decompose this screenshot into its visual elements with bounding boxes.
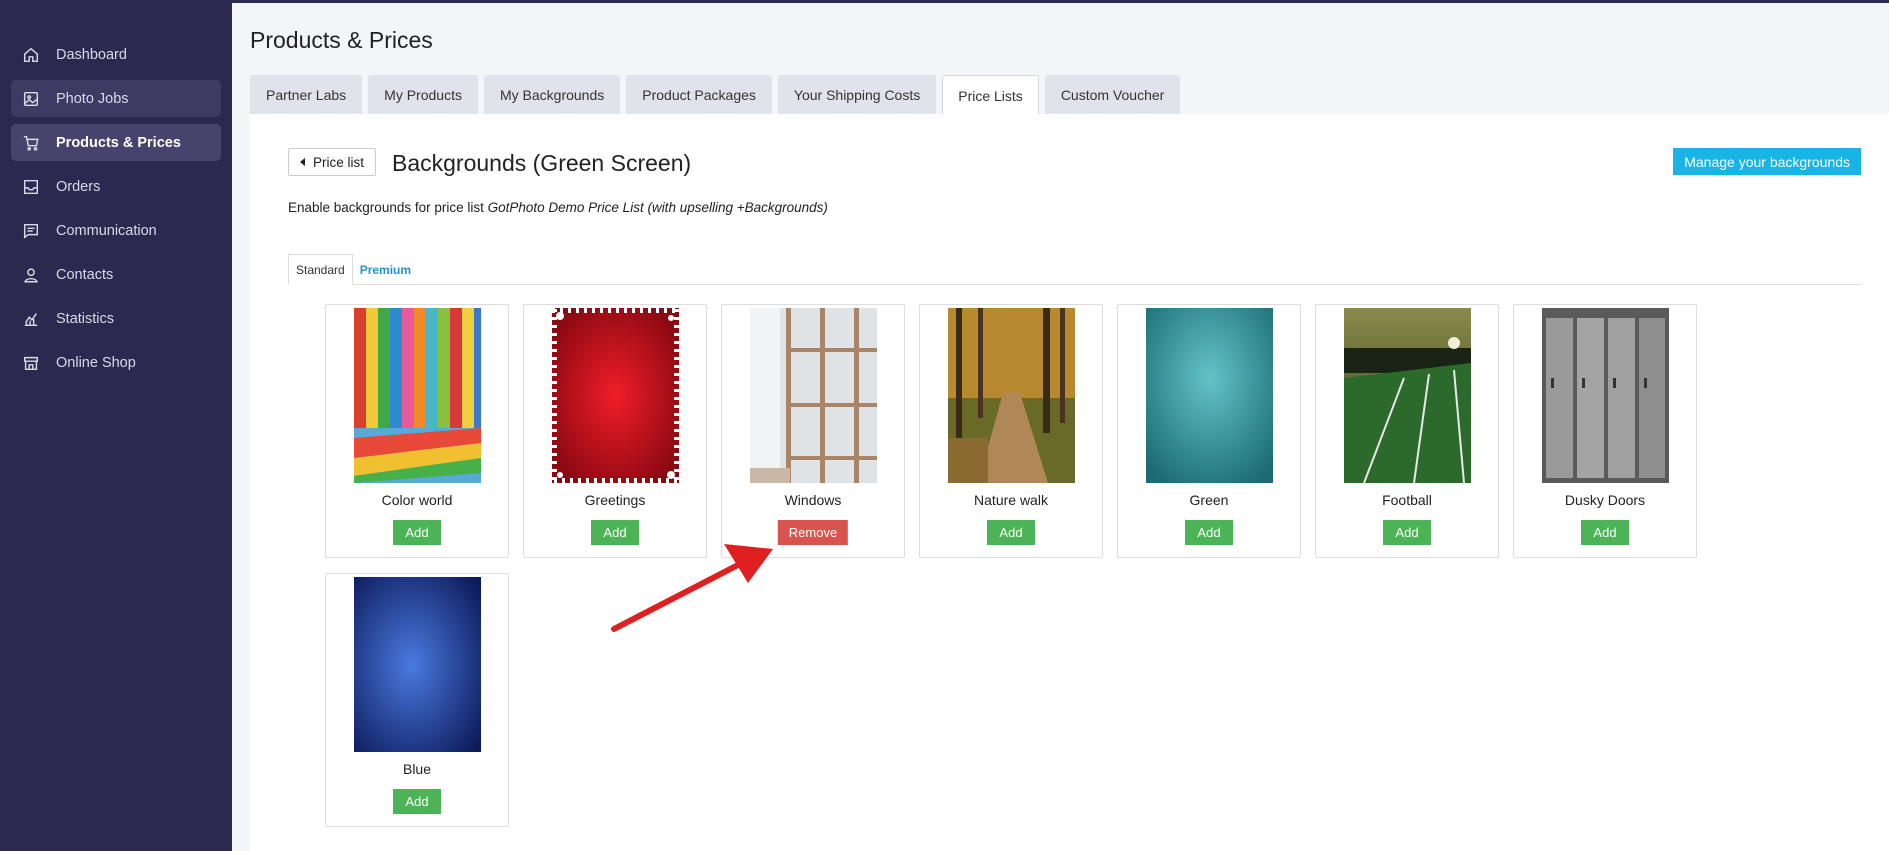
sidebar-item-label: Photo Jobs xyxy=(56,90,129,107)
background-card-color-world: Color world Add xyxy=(325,304,509,558)
sidebar: Dashboard Photo Jobs Products & Prices O… xyxy=(0,0,232,851)
football-thumbnail xyxy=(1344,308,1471,483)
background-card-greetings: Greetings Add xyxy=(523,304,707,558)
tab-partner-labs[interactable]: Partner Labs xyxy=(250,75,363,115)
tab-shipping-costs[interactable]: Your Shipping Costs xyxy=(777,75,937,115)
inbox-icon xyxy=(22,178,40,196)
tab-price-lists[interactable]: Price Lists xyxy=(942,75,1039,117)
background-card-dusky-doors: Dusky Doors Add xyxy=(1513,304,1697,558)
color-world-thumbnail xyxy=(354,308,481,483)
manage-backgrounds-button[interactable]: Manage your backgrounds xyxy=(1673,148,1861,175)
tab-my-products[interactable]: My Products xyxy=(368,75,478,115)
nature-walk-thumbnail xyxy=(948,308,1075,483)
sidebar-item-label: Online Shop xyxy=(56,354,136,371)
chart-icon xyxy=(22,310,40,328)
sidebar-item-communication[interactable]: Communication xyxy=(11,212,221,249)
sidebar-item-dashboard[interactable]: Dashboard xyxy=(11,36,221,73)
windows-thumbnail xyxy=(750,308,877,483)
background-card-windows: Windows Remove xyxy=(721,304,905,558)
background-name: Green xyxy=(1189,492,1229,508)
sidebar-item-label: Contacts xyxy=(56,266,114,283)
add-background-button[interactable]: Add xyxy=(591,520,639,545)
description-prefix: Enable backgrounds for price list xyxy=(288,200,484,215)
add-background-button[interactable]: Add xyxy=(1185,520,1233,545)
background-name: Nature walk xyxy=(974,492,1048,508)
background-card-nature-walk: Nature walk Add xyxy=(919,304,1103,558)
tab-product-packages[interactable]: Product Packages xyxy=(626,75,772,115)
content-panel: Price list Backgrounds (Green Screen) Ma… xyxy=(250,114,1889,851)
background-name: Windows xyxy=(784,492,842,508)
background-card-blue: Blue Add xyxy=(325,573,509,827)
background-name: Blue xyxy=(402,761,432,777)
section-title: Backgrounds (Green Screen) xyxy=(392,150,692,176)
dusky-doors-thumbnail xyxy=(1542,308,1669,483)
add-background-button[interactable]: Add xyxy=(987,520,1035,545)
person-icon xyxy=(22,266,40,284)
sidebar-item-label: Orders xyxy=(56,178,101,195)
background-name: Color world xyxy=(381,492,453,508)
caret-left-icon xyxy=(300,158,305,166)
blue-thumbnail xyxy=(354,577,481,752)
image-icon xyxy=(22,90,40,108)
background-name: Greetings xyxy=(584,492,646,508)
greetings-thumbnail xyxy=(552,308,679,483)
background-card-green: Green Add xyxy=(1117,304,1301,558)
sidebar-item-products-prices[interactable]: Products & Prices xyxy=(11,124,221,161)
sidebar-item-statistics[interactable]: Statistics xyxy=(11,300,221,337)
add-background-button[interactable]: Add xyxy=(1383,520,1431,545)
tab-bar: Partner Labs My Products My Backgrounds … xyxy=(250,75,1186,117)
green-thumbnail xyxy=(1146,308,1273,483)
background-name: Football xyxy=(1382,492,1432,508)
cart-icon xyxy=(22,134,40,152)
background-card-football: Football Add xyxy=(1315,304,1499,558)
message-icon xyxy=(22,222,40,240)
sidebar-item-contacts[interactable]: Contacts xyxy=(11,256,221,293)
home-icon xyxy=(22,46,40,64)
sidebar-item-orders[interactable]: Orders xyxy=(11,168,221,205)
remove-background-button[interactable]: Remove xyxy=(777,520,849,545)
tab-my-backgrounds[interactable]: My Backgrounds xyxy=(483,75,621,115)
price-list-name: GotPhoto Demo Price List (with upselling… xyxy=(487,200,828,215)
sidebar-item-online-shop[interactable]: Online Shop xyxy=(11,344,221,381)
sidebar-item-label: Statistics xyxy=(56,310,115,327)
description: Enable backgrounds for price list GotPho… xyxy=(288,200,828,215)
background-type-tabs: Standard Premium xyxy=(288,254,1861,285)
main-content: Products & Prices Partner Labs My Produc… xyxy=(232,3,1889,851)
subtab-premium[interactable]: Premium xyxy=(353,254,418,285)
tab-custom-voucher[interactable]: Custom Voucher xyxy=(1044,75,1181,115)
sidebar-item-photo-jobs[interactable]: Photo Jobs xyxy=(11,80,221,117)
back-button-label: Price list xyxy=(313,154,365,170)
store-icon xyxy=(22,354,40,372)
page-title: Products & Prices xyxy=(250,27,433,53)
sidebar-item-label: Dashboard xyxy=(56,46,127,63)
subtab-standard[interactable]: Standard xyxy=(288,254,353,285)
add-background-button[interactable]: Add xyxy=(393,789,441,814)
background-name: Dusky Doors xyxy=(1564,492,1646,508)
add-background-button[interactable]: Add xyxy=(393,520,441,545)
sidebar-item-label: Products & Prices xyxy=(56,134,181,151)
sidebar-item-label: Communication xyxy=(56,222,157,239)
add-background-button[interactable]: Add xyxy=(1581,520,1629,545)
back-to-price-list-button[interactable]: Price list xyxy=(288,148,377,176)
